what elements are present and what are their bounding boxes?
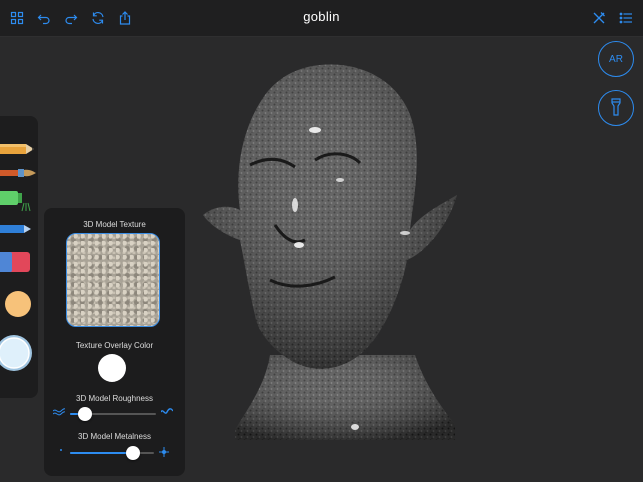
flashlight-icon — [610, 97, 622, 119]
dim-sparkle-icon — [58, 447, 64, 453]
metalness-slider-thumb[interactable] — [126, 446, 140, 460]
overlay-color-swatch[interactable] — [98, 354, 126, 382]
marker-tool[interactable] — [0, 189, 36, 218]
menu-icon[interactable] — [619, 11, 633, 25]
ar-button-label: AR — [609, 53, 623, 65]
texture-label: 3D Model Texture — [83, 220, 146, 229]
pencil-tool[interactable] — [0, 142, 36, 161]
roughness-label: 3D Model Roughness — [76, 394, 153, 403]
roughness-slider-thumb[interactable] — [78, 407, 92, 421]
top-toolbar: goblin — [0, 0, 643, 37]
pen-tool[interactable] — [0, 222, 36, 240]
ar-button[interactable]: AR — [598, 41, 634, 77]
document-title: goblin — [303, 9, 340, 24]
color-picker-wheel[interactable] — [0, 331, 34, 380]
overlay-color-label: Texture Overlay Color — [75, 341, 154, 350]
rough-wave-icon — [161, 408, 173, 416]
current-color-swatch[interactable] — [4, 290, 32, 323]
smooth-wave-icon — [53, 408, 65, 416]
metalness-label: 3D Model Metalness — [78, 432, 151, 441]
material-panel: 3D Model Texture Texture Overlay Color 3… — [44, 208, 185, 476]
brush-tool[interactable] — [0, 166, 36, 185]
eraser-tool[interactable] — [0, 250, 32, 279]
tool-strip — [0, 116, 38, 398]
tools-icon[interactable] — [592, 11, 606, 25]
metalness-slider-fill — [70, 452, 133, 454]
flashlight-button[interactable] — [598, 90, 634, 126]
texture-thumbnail[interactable] — [66, 233, 160, 327]
3d-model-head[interactable] — [195, 55, 465, 445]
bright-sparkle-icon — [159, 447, 169, 457]
